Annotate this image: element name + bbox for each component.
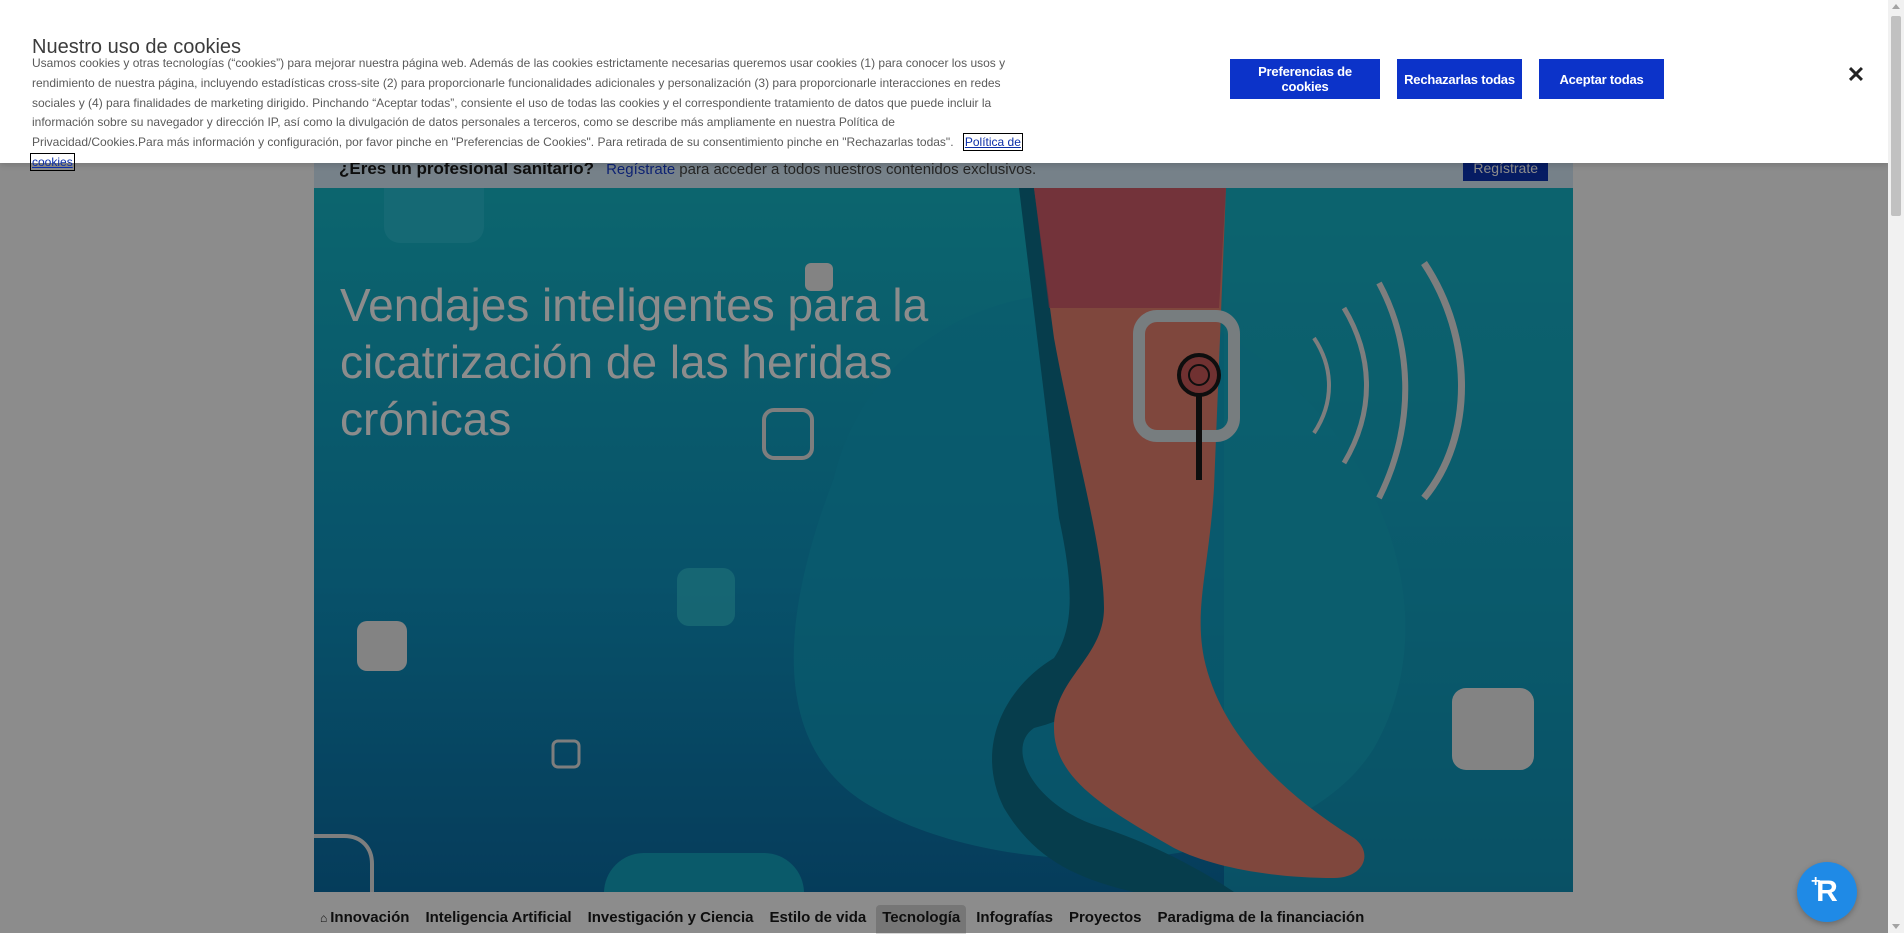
- close-icon[interactable]: ✕: [1845, 64, 1867, 86]
- plus-icon: +: [1811, 873, 1821, 890]
- cookie-banner: Nuestro uso de cookies Usamos cookies y …: [0, 0, 1888, 171]
- cookie-preferences-button[interactable]: Preferencias de cookies: [1230, 59, 1380, 99]
- accept-all-button[interactable]: Aceptar todas: [1539, 59, 1664, 99]
- cookie-text: Usamos cookies y otras tecnologías (“coo…: [32, 56, 1006, 150]
- reject-all-button[interactable]: Rechazarlas todas: [1397, 59, 1522, 99]
- scroll-down-arrow-icon[interactable]: [1892, 924, 1900, 929]
- cookie-description: Usamos cookies y otras tecnologías (“coo…: [30, 54, 1023, 173]
- scrollbar-thumb[interactable]: [1891, 16, 1901, 216]
- assistant-button[interactable]: + R: [1797, 862, 1857, 922]
- scroll-up-arrow-icon[interactable]: [1892, 4, 1900, 9]
- page-scrollbar[interactable]: [1888, 0, 1904, 933]
